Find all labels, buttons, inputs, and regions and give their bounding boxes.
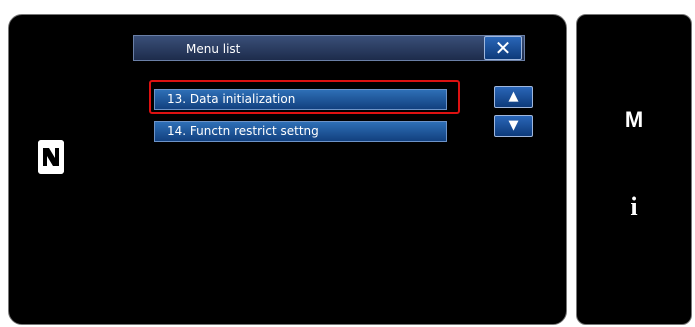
information-button[interactable]: i	[576, 192, 692, 222]
menu-mode-button[interactable]: M	[576, 107, 692, 133]
nfc-icon[interactable]	[38, 140, 64, 174]
close-button[interactable]: ✕	[484, 36, 522, 60]
close-icon: ✕	[494, 36, 512, 60]
menu-item-function-restriction[interactable]: 14. Functn restrict settng	[154, 121, 447, 142]
arrow-down-icon: ▼	[508, 118, 519, 133]
menu-title: Menu list	[186, 42, 241, 56]
side-panel	[576, 14, 692, 325]
selection-highlight	[149, 80, 460, 114]
menu-header: Menu list	[133, 35, 525, 61]
arrow-up-icon: ▲	[508, 89, 519, 104]
scroll-up-button[interactable]: ▲	[494, 86, 533, 108]
scroll-down-button[interactable]: ▼	[494, 115, 533, 137]
